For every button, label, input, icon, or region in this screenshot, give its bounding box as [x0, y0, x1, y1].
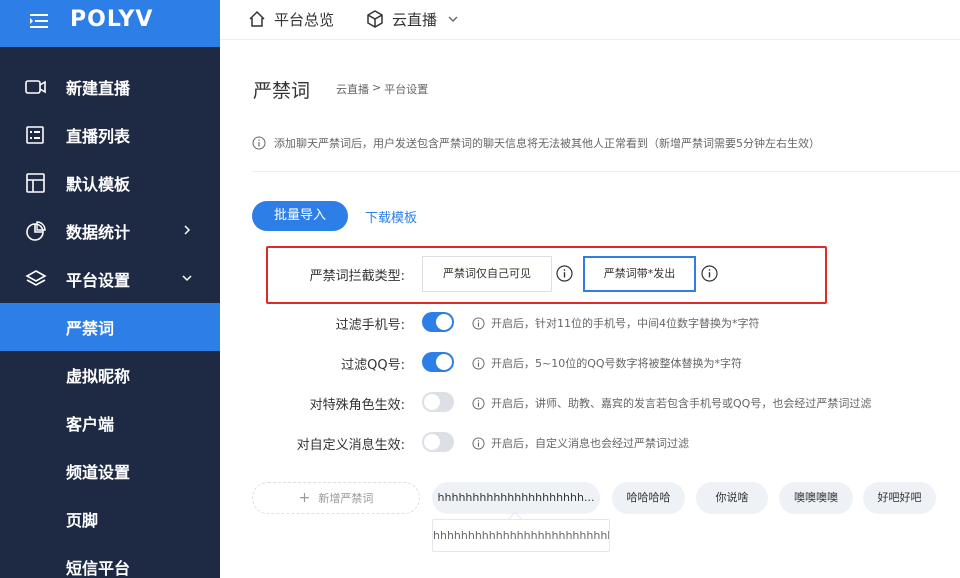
chevron-right-icon	[180, 222, 194, 236]
sidebar-item-sms-platform[interactable]: 短信平台	[0, 543, 220, 578]
add-banned-word-button[interactable]: + 新增严禁词	[252, 482, 420, 514]
add-banned-word-label: 新增严禁词	[318, 492, 374, 505]
sidebar-item-footer[interactable]: 页脚	[0, 495, 220, 543]
divider	[252, 171, 960, 172]
banned-word-tag[interactable]: 哈哈哈哈	[612, 482, 685, 514]
notice-banner: 添加聊天严禁词后，用户发送包含严禁词的聊天信息将无法被其他人正常看到（新增严禁词…	[252, 135, 820, 151]
plus-icon: +	[298, 490, 311, 506]
sidebar-item-banned-words[interactable]: 严禁词	[0, 303, 220, 351]
banned-word-tag[interactable]: 噢噢噢噢	[779, 482, 853, 514]
cube-icon	[367, 10, 383, 28]
tip-text: 开启后，针对11位的手机号，中间4位数字替换为*字符	[491, 317, 760, 330]
breadcrumb: 云直播 > 平台设置	[336, 81, 428, 97]
download-template-link[interactable]: 下载模板	[365, 207, 417, 226]
sidebar-item-virtual-nickname[interactable]: 虚拟昵称	[0, 351, 220, 399]
breadcrumb-separator: >	[372, 81, 382, 94]
layers-icon	[25, 269, 47, 289]
banned-word-tooltip: hhhhhhhhhhhhhhhhhhhhhhhhhh	[432, 519, 610, 552]
sidebar-item-label: 平台设置	[66, 271, 131, 290]
logo-bar: POLYV	[0, 0, 220, 47]
sidebar-item-new-live[interactable]: 新建直播	[0, 63, 220, 111]
info-icon	[472, 316, 485, 330]
banned-word-tag[interactable]: 你说啥	[696, 482, 768, 514]
intercept-option-asterisk[interactable]: 严禁词带*发出	[583, 256, 696, 292]
sidebar-item-label: 页脚	[66, 511, 99, 530]
custom-message-label: 对自定义消息生效:	[296, 438, 405, 453]
template-layout-icon	[25, 173, 47, 193]
custom-message-tip: 开启后，自定义消息也会经过严禁词过滤	[472, 435, 689, 451]
tip-text: 开启后，5~10位的QQ号数字将被整体替换为*字符	[491, 357, 743, 370]
sidebar-item-channel-settings[interactable]: 频道设置	[0, 447, 220, 495]
info-icon[interactable]	[556, 265, 573, 282]
info-icon	[472, 356, 485, 370]
toggle-knob	[424, 434, 440, 450]
home-icon	[249, 10, 265, 27]
info-icon	[472, 396, 485, 410]
sidebar-item-live-list[interactable]: 直播列表	[0, 111, 220, 159]
filter-qq-tip: 开启后，5~10位的QQ号数字将被整体替换为*字符	[472, 355, 742, 371]
sidebar-item-label: 短信平台	[66, 559, 131, 578]
sidebar-item-label: 直播列表	[66, 127, 131, 146]
filter-phone-label: 过滤手机号:	[335, 318, 405, 333]
intercept-option-self-visible[interactable]: 严禁词仅自己可见	[422, 256, 552, 292]
platform-overview-link[interactable]: 平台总览	[248, 8, 334, 30]
banned-word-tag[interactable]: 好吧好吧	[863, 482, 936, 514]
toggle-knob	[436, 314, 452, 330]
sidebar-item-label: 虚拟昵称	[66, 367, 131, 386]
info-icon	[252, 136, 266, 150]
sidebar-item-default-template[interactable]: 默认模板	[0, 159, 220, 207]
main-content: 严禁词 云直播 > 平台设置 添加聊天严禁词后，用户发送包含严禁词的聊天信息将无…	[220, 41, 960, 578]
hamburger-menu-icon[interactable]	[30, 11, 50, 31]
polyv-logo[interactable]: POLYV	[70, 7, 153, 32]
video-camera-icon	[25, 77, 47, 97]
chevron-down-icon	[448, 16, 458, 22]
sidebar-item-label: 新建直播	[66, 79, 131, 98]
page-title: 严禁词	[253, 80, 311, 102]
intercept-type-label: 严禁词拦截类型:	[309, 269, 405, 284]
top-bar: 平台总览 云直播	[220, 0, 960, 40]
sidebar-item-label: 数据统计	[66, 223, 131, 242]
sidebar: POLYV 新建直播 直播列表 默认模板 数据统计 平台设置 严禁词 虚拟昵称 …	[0, 0, 220, 578]
sidebar-item-client[interactable]: 客户端	[0, 399, 220, 447]
info-icon[interactable]	[701, 265, 718, 282]
filter-phone-toggle[interactable]	[422, 312, 454, 332]
sidebar-nav: 新建直播 直播列表 默认模板 数据统计 平台设置 严禁词 虚拟昵称 客户端 频道…	[0, 63, 220, 578]
batch-import-button[interactable]: 批量导入	[252, 201, 348, 231]
special-roles-tip: 开启后，讲师、助教、嘉宾的发言若包含手机号或QQ号，也会经过严禁词过滤	[472, 395, 871, 411]
special-roles-toggle[interactable]	[422, 392, 454, 412]
toggle-knob	[424, 394, 440, 410]
chevron-down-icon	[180, 270, 194, 284]
cloud-live-label: 云直播	[392, 10, 438, 29]
platform-overview-label: 平台总览	[274, 10, 335, 29]
sidebar-item-label: 默认模板	[66, 175, 131, 194]
custom-message-toggle[interactable]	[422, 432, 454, 452]
sidebar-item-label: 客户端	[66, 415, 115, 434]
tip-text: 开启后，讲师、助教、嘉宾的发言若包含手机号或QQ号，也会经过严禁词过滤	[491, 397, 872, 410]
breadcrumb-item-platform-settings: 平台设置	[384, 83, 429, 96]
filter-phone-tip: 开启后，针对11位的手机号，中间4位数字替换为*字符	[472, 315, 760, 331]
info-icon	[472, 436, 485, 450]
sidebar-item-label: 严禁词	[66, 319, 115, 338]
sidebar-item-platform-settings[interactable]: 平台设置	[0, 255, 220, 303]
tip-text: 开启后，自定义消息也会经过严禁词过滤	[491, 437, 689, 450]
filter-qq-toggle[interactable]	[422, 352, 454, 372]
breadcrumb-item-cloud-live[interactable]: 云直播	[336, 81, 369, 97]
special-roles-label: 对特殊角色生效:	[309, 398, 405, 413]
notice-text: 添加聊天严禁词后，用户发送包含严禁词的聊天信息将无法被其他人正常看到（新增严禁词…	[274, 137, 820, 150]
sidebar-item-label: 频道设置	[66, 463, 131, 482]
sidebar-item-statistics[interactable]: 数据统计	[0, 207, 220, 255]
app-root: POLYV 新建直播 直播列表 默认模板 数据统计 平台设置 严禁词 虚拟昵称 …	[0, 0, 960, 578]
banned-word-tag[interactable]: hhhhhhhhhhhhhhhhhhhhh...	[432, 482, 600, 514]
pie-chart-icon	[25, 221, 47, 241]
toggle-knob	[436, 354, 452, 370]
cloud-live-dropdown[interactable]: 云直播	[366, 8, 459, 30]
list-icon	[25, 125, 47, 145]
filter-qq-label: 过滤QQ号:	[341, 358, 405, 373]
